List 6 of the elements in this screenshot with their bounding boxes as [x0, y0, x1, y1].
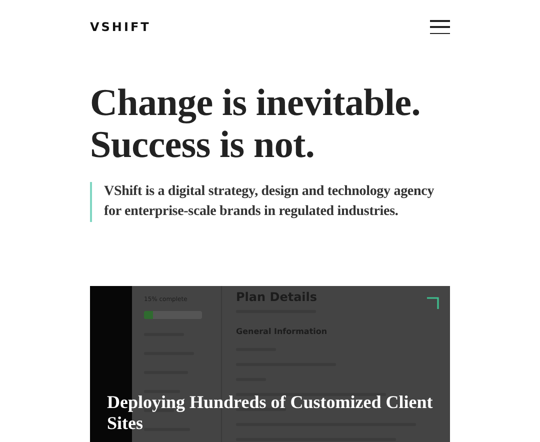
intro-text: VShift is a digital strategy, design and technology agency for enterprise-scale brands in regulated industries. — [90, 182, 450, 222]
corner-bracket-icon — [427, 297, 439, 309]
menu-button[interactable] — [430, 20, 450, 34]
logo[interactable]: VSHIFT — [90, 20, 151, 34]
hero-heading: Change is inevitable. Success is not. — [90, 82, 422, 166]
card-title[interactable]: Deploying Hundreds of Customized Client Sites — [107, 392, 450, 434]
